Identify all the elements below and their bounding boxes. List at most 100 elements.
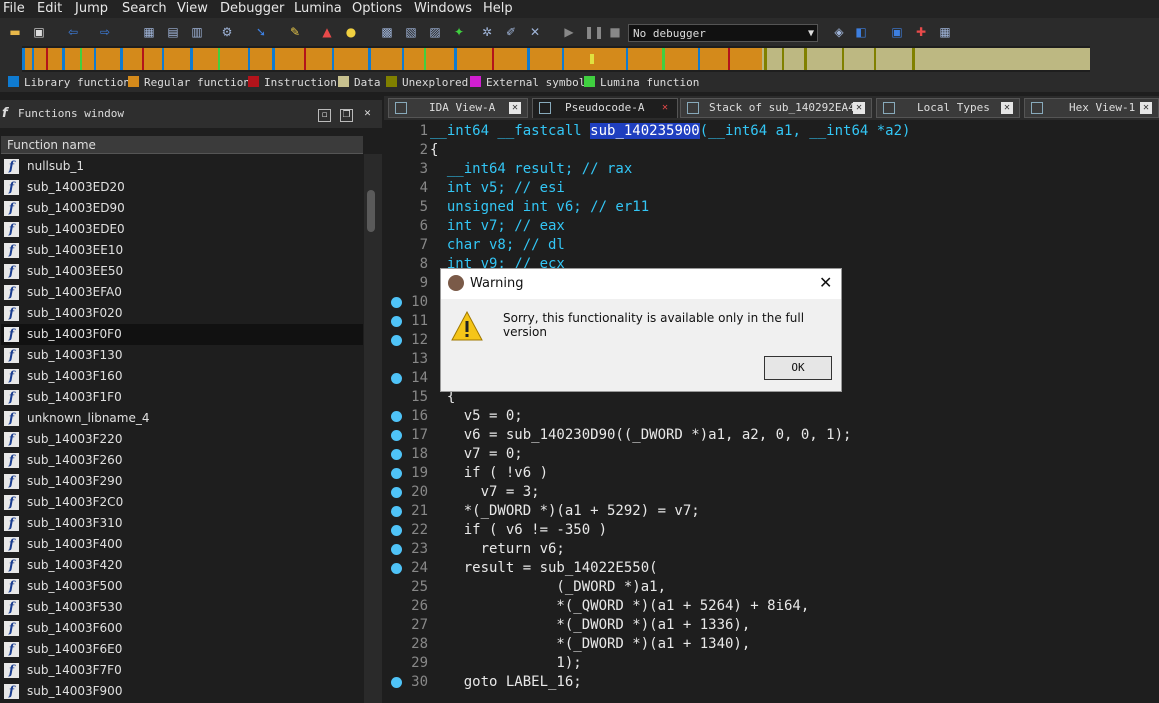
menu-jump[interactable]: Jump: [75, 1, 108, 16]
warning-icon[interactable]: ▲: [318, 23, 336, 41]
search-icon[interactable]: ✎: [286, 23, 304, 41]
code-line[interactable]: 6 int v7; // eax: [384, 217, 1159, 236]
forward-icon[interactable]: ⇨: [96, 23, 114, 41]
close-icon[interactable]: ✕: [1001, 102, 1013, 114]
code-line[interactable]: 4 int v5; // esi: [384, 179, 1159, 198]
menu-edit[interactable]: Edit: [37, 1, 62, 16]
code-line[interactable]: 22 if ( v6 != -350 ): [384, 521, 1159, 540]
restore-icon[interactable]: ❐: [340, 109, 353, 122]
tab-ida-view[interactable]: IDA View-A ✕: [388, 98, 528, 118]
list-item[interactable]: f sub_14003EE50: [1, 261, 363, 282]
code-line[interactable]: 5 unsigned int v6; // er11: [384, 198, 1159, 217]
breakpoint-dot[interactable]: [391, 449, 402, 460]
code-line[interactable]: 18 v7 = 0;: [384, 445, 1159, 464]
breakpoint-dot[interactable]: [391, 677, 402, 688]
list-item[interactable]: f sub_14003EDE0: [1, 219, 363, 240]
close-icon[interactable]: ✕: [509, 102, 521, 114]
menu-file[interactable]: File: [3, 1, 25, 16]
list-item[interactable]: f sub_14003F310: [1, 513, 363, 534]
list-item[interactable]: f sub_14003F900: [1, 681, 363, 702]
pause-icon[interactable]: ❚❚: [584, 23, 604, 41]
column-header-function-name[interactable]: Function name: [1, 136, 363, 154]
play-icon[interactable]: ▶: [560, 23, 578, 41]
ok-button[interactable]: OK: [764, 356, 832, 380]
pseudocode-view[interactable]: 1 __int64 __fastcall sub_140235900(__int6…: [384, 120, 1159, 703]
list-item[interactable]: f sub_14003F290: [1, 471, 363, 492]
close-icon[interactable]: ✕: [819, 273, 832, 292]
code-line[interactable]: 7 char v8; // dl: [384, 236, 1159, 255]
breakpoint-dot[interactable]: [391, 468, 402, 479]
debugger-select[interactable]: No debugger ▼: [628, 24, 818, 42]
string-icon[interactable]: ▨: [426, 23, 444, 41]
navigation-band[interactable]: [22, 48, 1090, 70]
code-line[interactable]: 23 return v6;: [384, 540, 1159, 559]
tab-hex-view[interactable]: Hex View-1 ✕: [1024, 98, 1159, 118]
edit-icon[interactable]: ✐: [502, 23, 520, 41]
list-item[interactable]: f sub_14003ED90: [1, 198, 363, 219]
breakpoint-dot[interactable]: [391, 544, 402, 555]
breakpoint-dot[interactable]: [391, 316, 402, 327]
code-line[interactable]: 17 v6 = sub_140230D90((_DWORD *)a1, a2, …: [384, 426, 1159, 445]
list-item[interactable]: f unknown_libname_4: [1, 408, 363, 429]
tab-local-types[interactable]: Local Types ✕: [876, 98, 1020, 118]
text-icon[interactable]: ▤: [164, 23, 182, 41]
breakpoint-dot[interactable]: [391, 411, 402, 422]
code-line[interactable]: 25 (_DWORD *)a1,: [384, 578, 1159, 597]
code-line[interactable]: 2{: [384, 141, 1159, 160]
menu-lumina[interactable]: Lumina: [294, 1, 342, 16]
list-item[interactable]: f sub_14003F160: [1, 366, 363, 387]
data-icon[interactable]: ▧: [402, 23, 420, 41]
breakpoint-dot[interactable]: [391, 335, 402, 346]
list-item[interactable]: f sub_14003F1F0: [1, 387, 363, 408]
stop-icon[interactable]: ■: [606, 23, 624, 41]
open-icon[interactable]: ▬: [6, 23, 24, 41]
list-item[interactable]: f sub_14003ED20: [1, 177, 363, 198]
breakpoint-dot[interactable]: [391, 563, 402, 574]
menu-debugger[interactable]: Debugger: [220, 1, 284, 16]
list-item[interactable]: f sub_14003F130: [1, 345, 363, 366]
attach-icon[interactable]: ◧: [852, 23, 870, 41]
code-icon[interactable]: ▩: [378, 23, 396, 41]
code-line[interactable]: 26 *(_QWORD *)(a1 + 5264) + 8i64,: [384, 597, 1159, 616]
close-icon[interactable]: ✕: [362, 109, 373, 120]
list-item[interactable]: f sub_14003F220: [1, 429, 363, 450]
code-line[interactable]: 21 *(_DWORD *)(a1 + 5292) = v7;: [384, 502, 1159, 521]
delete-icon[interactable]: ✕: [526, 23, 544, 41]
graph-icon[interactable]: ✦: [450, 23, 468, 41]
list-item[interactable]: f sub_14003F530: [1, 597, 363, 618]
minimize-icon[interactable]: ▫: [318, 109, 331, 122]
code-line[interactable]: 24 result = sub_14022E550(: [384, 559, 1159, 578]
menu-windows[interactable]: Windows: [414, 1, 472, 16]
breakpoint-dot[interactable]: [391, 430, 402, 441]
breakpoint-dot[interactable]: [391, 373, 402, 384]
code-line[interactable]: 20 v7 = 3;: [384, 483, 1159, 502]
debug-tool-icon[interactable]: ◈: [830, 23, 848, 41]
code-line[interactable]: 30 goto LABEL_16;: [384, 673, 1159, 692]
list-item[interactable]: f sub_14003F7F0: [1, 660, 363, 681]
code-line[interactable]: 27 *(_DWORD *)(a1 + 1336),: [384, 616, 1159, 635]
star-icon[interactable]: ✲: [478, 23, 496, 41]
code-line[interactable]: 3 __int64 result; // rax: [384, 160, 1159, 179]
breakpoint-dot[interactable]: [391, 297, 402, 308]
list-item[interactable]: f nullsub_1: [1, 156, 363, 177]
save-icon[interactable]: ▣: [30, 23, 48, 41]
close-icon[interactable]: ✕: [659, 102, 671, 114]
list-item[interactable]: f sub_14003F020: [1, 303, 363, 324]
menu-view[interactable]: View: [177, 1, 208, 16]
jump-icon[interactable]: ➘: [252, 23, 270, 41]
list-item[interactable]: f sub_14003EFA0: [1, 282, 363, 303]
tab-stack[interactable]: Stack of sub_140292EA4 ✕: [680, 98, 872, 118]
menu-help[interactable]: Help: [483, 1, 513, 16]
tab-pseudocode[interactable]: Pseudocode-A ✕: [532, 98, 678, 118]
list-item-selected[interactable]: f sub_14003F0F0: [1, 324, 363, 345]
breakpoint-dot[interactable]: [391, 506, 402, 517]
menu-search[interactable]: Search: [122, 1, 167, 16]
code-line[interactable]: 28 *(_DWORD *)(a1 + 1340),: [384, 635, 1159, 654]
lumina-pull-icon[interactable]: ▣: [888, 23, 906, 41]
code-line[interactable]: 16 v5 = 0;: [384, 407, 1159, 426]
function-list-scrollbar[interactable]: [364, 154, 382, 703]
list-item[interactable]: f sub_14003F600: [1, 618, 363, 639]
list-item[interactable]: f sub_14003EE10: [1, 240, 363, 261]
lumina-diff-icon[interactable]: ▦: [936, 23, 954, 41]
list-item[interactable]: f sub_14003F260: [1, 450, 363, 471]
